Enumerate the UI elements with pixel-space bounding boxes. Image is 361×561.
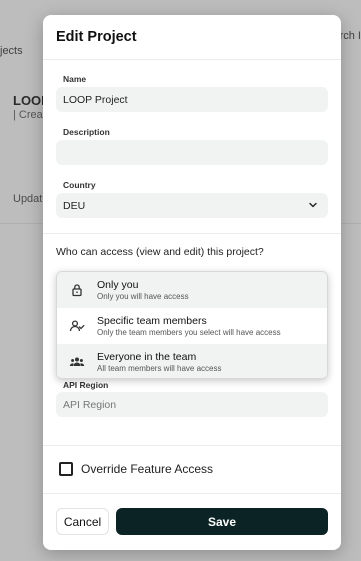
chevron-down-icon xyxy=(309,202,317,208)
name-input[interactable]: LOOP Project xyxy=(56,87,328,112)
description-label: Description xyxy=(63,127,110,137)
country-label: Country xyxy=(63,180,96,190)
option-title: Only you xyxy=(97,279,139,291)
edit-project-modal: Edit Project Name LOOP Project Descripti… xyxy=(43,15,341,550)
country-select[interactable]: DEU xyxy=(56,193,328,218)
option-subtitle: All team members will have access xyxy=(97,364,222,373)
lock-icon xyxy=(72,284,82,297)
user-check-icon xyxy=(69,320,85,332)
name-label: Name xyxy=(63,74,87,84)
api-region-label: API Region xyxy=(63,380,109,390)
access-question: Who can access (view and edit) this proj… xyxy=(56,246,264,258)
access-dropdown: Only you Only you will have access Speci… xyxy=(56,271,328,379)
section-divider xyxy=(43,233,341,234)
access-option-everyone[interactable]: Everyone in the team All team members wi… xyxy=(57,344,327,378)
api-region-input[interactable]: API Region xyxy=(56,392,328,417)
access-option-specific-members[interactable]: Specific team members Only the team memb… xyxy=(57,308,327,344)
name-input-value: LOOP Project xyxy=(63,93,128,106)
override-checkbox[interactable] xyxy=(59,462,73,476)
users-icon xyxy=(69,357,85,366)
override-label: Override Feature Access xyxy=(81,462,214,476)
modal-title: Edit Project xyxy=(56,29,137,45)
description-input[interactable] xyxy=(56,140,328,165)
section-divider xyxy=(43,445,341,446)
save-button[interactable]: Save xyxy=(116,508,328,535)
option-title: Specific team members xyxy=(97,315,207,327)
option-subtitle: Only you will have access xyxy=(97,292,189,301)
country-select-value: DEU xyxy=(63,199,86,212)
access-option-only-you[interactable]: Only you Only you will have access xyxy=(57,272,327,308)
header-divider xyxy=(43,59,341,60)
api-region-placeholder: API Region xyxy=(63,398,117,411)
option-title: Everyone in the team xyxy=(97,351,197,363)
footer-divider xyxy=(43,493,341,494)
option-subtitle: Only the team members you select will ha… xyxy=(97,328,281,337)
override-feature-access-row[interactable]: Override Feature Access xyxy=(59,462,213,476)
cancel-button[interactable]: Cancel xyxy=(56,508,109,535)
